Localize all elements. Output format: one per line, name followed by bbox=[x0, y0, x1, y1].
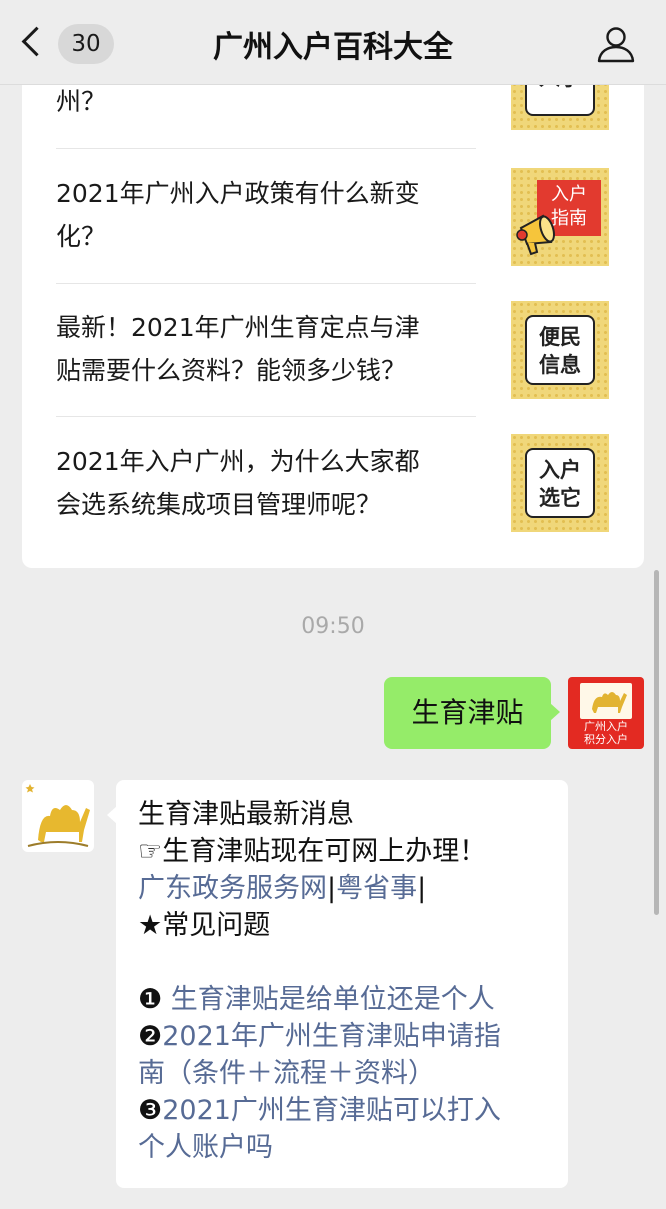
faq-item-1[interactable]: ❶ 生育津贴是给单位还是个人 bbox=[138, 981, 548, 1018]
divider bbox=[56, 148, 476, 149]
message-timestamp: 09:50 bbox=[301, 614, 365, 639]
divider bbox=[56, 416, 476, 417]
reply-heading: 生育津贴最新消息 bbox=[138, 799, 354, 830]
article-thumbnail[interactable]: 入户 选它 bbox=[511, 434, 609, 532]
camel-logo-icon bbox=[25, 784, 90, 847]
thumbnail-label: 入户 选它 bbox=[525, 448, 595, 518]
article-title[interactable]: 2021年入户广州，为什么大家都 会选系统集成项目管理师呢？ bbox=[56, 440, 476, 526]
article-title[interactable]: 最新！2021年广州生育定点与津 贴需要什么资料？能领多少钱？ bbox=[56, 306, 476, 392]
faq-item-2-cont[interactable]: 南（条件＋流程＋资料） bbox=[138, 1055, 548, 1092]
article-list-card: 州？ 入学 2021年广州入户政策有什么新变 化？ 入户 指南 最新！2021年… bbox=[22, 84, 644, 568]
article-title[interactable]: 2021年广州入户政策有什么新变 化？ bbox=[56, 172, 476, 258]
pointing-hand-icon: ☞ bbox=[138, 836, 163, 867]
chat-title: 广州入户百科大全 bbox=[213, 30, 453, 65]
article-thumbnail[interactable]: 入户 指南 bbox=[511, 168, 609, 266]
top-navbar: 30 广州入户百科大全 bbox=[0, 0, 666, 85]
received-message-bubble: 生育津贴最新消息 ☞生育津贴现在可网上办理！ 广东政务服务网|粤省事| ★常见问… bbox=[107, 780, 568, 1188]
article-thumbnail[interactable]: 便民 信息 bbox=[511, 301, 609, 399]
article-title[interactable]: 州？ bbox=[56, 84, 476, 123]
sent-message-bubble[interactable]: 生育津贴 bbox=[384, 677, 560, 749]
camel-logo-icon bbox=[580, 683, 632, 719]
link-guangdong-gov-service[interactable]: 广东政务服务网 bbox=[138, 873, 327, 904]
faq-title: ★常见问题 bbox=[138, 910, 271, 941]
official-account-avatar[interactable] bbox=[22, 780, 94, 852]
online-notice: ☞生育津贴现在可网上办理！ bbox=[138, 836, 487, 867]
link-yueshengshi[interactable]: 粤省事 bbox=[336, 873, 417, 904]
thumbnail-label: 入学 bbox=[525, 84, 595, 116]
number-two-icon: ❷ bbox=[138, 1021, 163, 1052]
user-avatar[interactable]: 广州入户 积分入户 bbox=[568, 677, 644, 749]
number-one-icon: ❶ bbox=[138, 984, 163, 1015]
megaphone-icon bbox=[516, 214, 555, 256]
avatar-label: 广州入户 bbox=[584, 720, 628, 733]
faq-item-3-cont[interactable]: 个人账户吗 bbox=[138, 1129, 548, 1166]
scrollbar[interactable] bbox=[654, 570, 659, 915]
thumbnail-label: 便民 信息 bbox=[525, 315, 595, 385]
profile-icon[interactable] bbox=[596, 24, 636, 64]
number-three-icon: ❸ bbox=[138, 1095, 163, 1126]
article-thumbnail[interactable]: 入学 bbox=[511, 84, 609, 130]
divider bbox=[56, 283, 476, 284]
faq-item-2[interactable]: ❷2021年广州生育津贴申请指 bbox=[138, 1018, 548, 1055]
avatar-label: 积分入户 bbox=[584, 733, 628, 746]
faq-item-3[interactable]: ❸2021广州生育津贴可以打入 bbox=[138, 1092, 548, 1129]
service-links: 广东政务服务网|粤省事| bbox=[138, 873, 427, 904]
